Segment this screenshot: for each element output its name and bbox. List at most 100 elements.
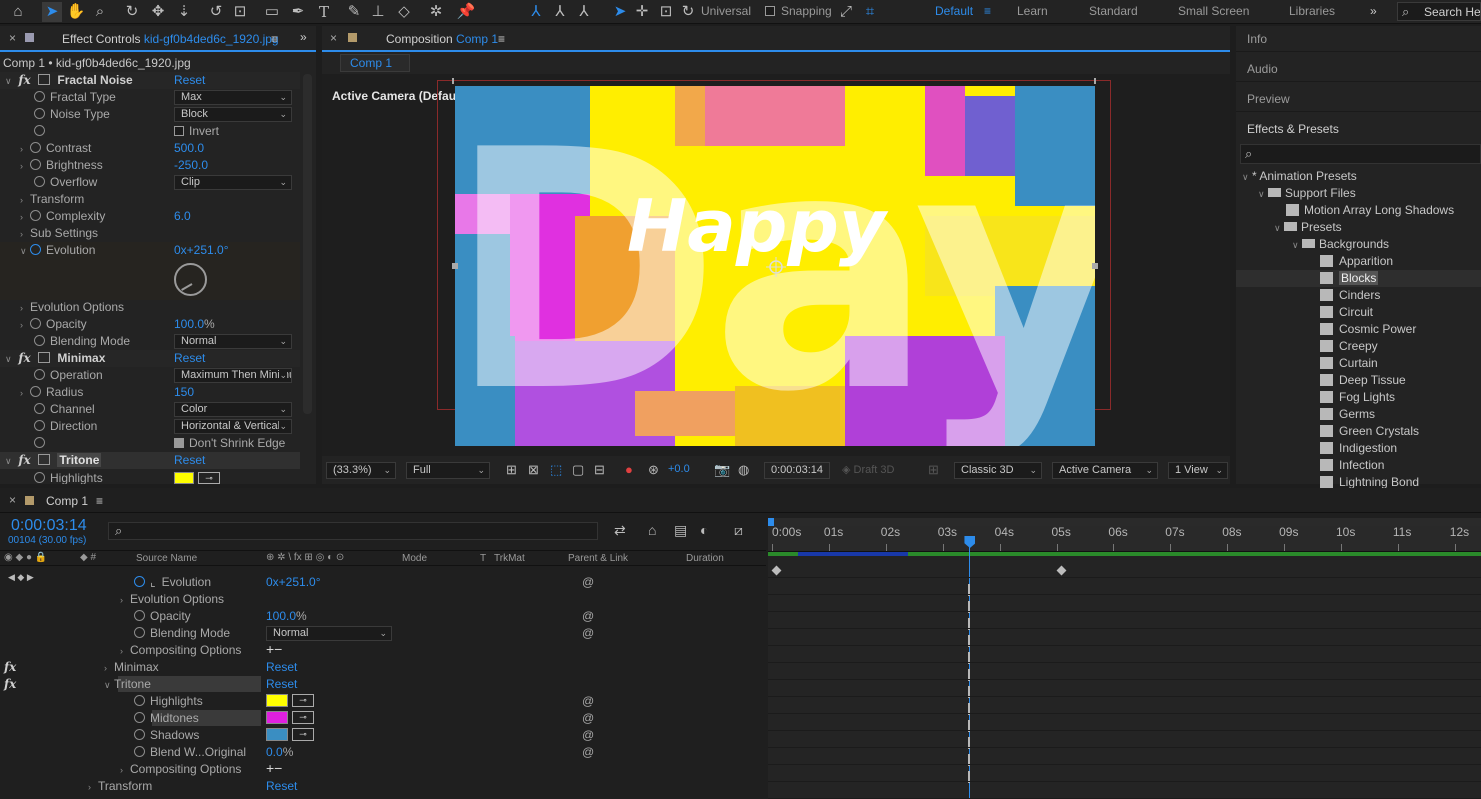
- tl-evolution-value[interactable]: 0x+251.0°: [266, 574, 321, 591]
- workspace-learn[interactable]: Learn: [1017, 4, 1048, 18]
- info-section[interactable]: Info: [1236, 26, 1481, 52]
- pen-tool-icon[interactable]: ✒: [288, 2, 308, 22]
- tl-transform-row[interactable]: › Transform: [88, 778, 152, 795]
- layer-handle[interactable]: [1092, 263, 1098, 269]
- preset-item[interactable]: Circuit: [1320, 304, 1373, 321]
- tl-add-remove-1[interactable]: +−: [266, 641, 282, 658]
- expand-icon[interactable]: ›: [20, 385, 30, 402]
- minimax-reset-link[interactable]: Reset: [174, 350, 205, 367]
- timeline-tab[interactable]: Comp 1: [46, 494, 88, 508]
- view-axis-icon[interactable]: ⅄: [574, 2, 594, 22]
- expand-icon[interactable]: ›: [20, 300, 30, 317]
- collapse-icon[interactable]: ∨: [5, 73, 15, 90]
- fx-icon[interactable]: fx: [18, 73, 30, 87]
- source-name-header[interactable]: Source Name: [136, 553, 197, 564]
- color-management-icon[interactable]: ⊛: [648, 462, 659, 478]
- tritone-header[interactable]: ∨ fx Tritone: [0, 452, 300, 469]
- preset-item[interactable]: Cosmic Power: [1320, 321, 1416, 338]
- stopwatch-icon[interactable]: [34, 472, 45, 483]
- composition-flowchart-icon[interactable]: ⇄: [614, 522, 626, 539]
- highlights-swatch[interactable]: [174, 472, 194, 484]
- expand-icon[interactable]: ›: [20, 192, 30, 209]
- exposure-value[interactable]: +0.0: [668, 463, 690, 475]
- workspace-standard[interactable]: Standard: [1089, 4, 1138, 18]
- puppet-pin-icon[interactable]: 📌: [456, 2, 476, 22]
- universal-select-icon[interactable]: ➤: [610, 2, 630, 22]
- search-help-box[interactable]: ⌕ Search Help: [1397, 2, 1481, 21]
- show-snapshot-icon[interactable]: ◍: [738, 462, 749, 478]
- preset-item[interactable]: Cinders: [1320, 287, 1380, 304]
- tl-compositing-options-2[interactable]: › Compositing Options: [120, 761, 241, 778]
- universal-scale-icon[interactable]: ⊡: [656, 2, 676, 22]
- stopwatch-icon[interactable]: [134, 746, 145, 757]
- effects-presets-section[interactable]: Effects & Presets: [1236, 116, 1481, 142]
- dolly-camera-icon[interactable]: ⇣: [174, 2, 194, 22]
- close-tab-icon[interactable]: ×: [9, 31, 16, 45]
- complexity-value[interactable]: 6.0: [174, 208, 191, 225]
- tab-menu-icon[interactable]: ≡: [96, 494, 103, 508]
- guides-icon[interactable]: ⊟: [594, 462, 605, 478]
- world-axis-icon[interactable]: ⅄: [550, 2, 570, 22]
- tree-support-files[interactable]: ∨ Support Files: [1258, 185, 1356, 202]
- stopwatch-icon[interactable]: [34, 108, 45, 119]
- invert-checkbox[interactable]: [174, 126, 184, 136]
- evolution-dial[interactable]: [174, 263, 207, 296]
- noise-type-dropdown[interactable]: Block ⌄: [174, 107, 292, 122]
- eyedropper-icon[interactable]: ⊸: [292, 711, 314, 724]
- scrollbar[interactable]: [303, 74, 312, 414]
- tl-tritone-reset[interactable]: Reset: [266, 676, 297, 693]
- av-features-icons[interactable]: ◉ ◆ ● 🔒: [4, 552, 47, 563]
- tl-midtones-swatch[interactable]: [266, 711, 288, 724]
- renderer-dropdown[interactable]: Classic 3D ⌄: [954, 462, 1042, 479]
- workspace-menu-icon[interactable]: ≡: [984, 4, 991, 18]
- preset-item[interactable]: Fog Lights: [1320, 389, 1395, 406]
- close-tab-icon[interactable]: ×: [9, 493, 16, 507]
- expand-icon[interactable]: ›: [20, 209, 30, 226]
- stopwatch-icon[interactable]: [34, 125, 45, 136]
- tl-shadows-swatch[interactable]: [266, 728, 288, 741]
- fx-icon[interactable]: fx: [4, 659, 16, 676]
- stopwatch-icon[interactable]: [30, 159, 41, 170]
- opacity-value-group[interactable]: 100.0%: [174, 316, 215, 333]
- collapse-icon[interactable]: ∨: [104, 677, 114, 694]
- eyedropper-icon[interactable]: ⊸: [292, 694, 314, 707]
- tl-add-remove-2[interactable]: +−: [266, 760, 282, 777]
- expand-icon[interactable]: ›: [120, 592, 130, 609]
- channel-icon[interactable]: ●: [625, 462, 633, 477]
- collapse-icon[interactable]: ∨: [1292, 237, 1302, 254]
- t-header[interactable]: T: [480, 553, 486, 564]
- tab-menu-icon[interactable]: ≡: [498, 32, 505, 46]
- collapse-icon[interactable]: ∨: [1242, 169, 1252, 186]
- universal-move-icon[interactable]: ✛: [632, 2, 652, 22]
- trkmat-header[interactable]: TrkMat: [494, 553, 525, 564]
- close-tab-icon[interactable]: ×: [330, 31, 337, 45]
- operation-dropdown[interactable]: Maximum Then Minimum ⌄: [174, 368, 292, 383]
- workspace-default[interactable]: Default: [935, 4, 973, 18]
- transform-row[interactable]: › Transform: [20, 191, 84, 208]
- zoom-tool-icon[interactable]: ⌕: [90, 2, 110, 22]
- fractal-reset-link[interactable]: Reset: [174, 72, 205, 89]
- draft3d-toggle[interactable]: ◈ Draft 3D: [842, 463, 894, 476]
- clone-stamp-icon[interactable]: ⊥: [368, 2, 388, 22]
- orbit-camera-icon[interactable]: ↻: [122, 2, 142, 22]
- stopwatch-active-icon[interactable]: [134, 576, 145, 587]
- direction-dropdown[interactable]: Horizontal & Vertical ⌄: [174, 419, 292, 434]
- timeline-timecode[interactable]: 0:00:03:14: [11, 517, 87, 535]
- tl-transform-reset[interactable]: Reset: [266, 778, 297, 795]
- brightness-value[interactable]: -250.0: [174, 157, 208, 174]
- fast-previews-icon[interactable]: ⊞: [506, 462, 517, 478]
- preset-item[interactable]: Indigestion: [1320, 440, 1397, 457]
- brush-tool-icon[interactable]: ✎: [344, 2, 364, 22]
- tab-menu-icon[interactable]: ≡: [271, 32, 278, 46]
- tl-blend-value-group[interactable]: 0.0%: [266, 744, 293, 761]
- stopwatch-icon[interactable]: [134, 610, 145, 621]
- transparency-grid-icon[interactable]: ⊠: [528, 462, 539, 478]
- tl-blending-dropdown[interactable]: Normal ⌄: [266, 626, 392, 641]
- stopwatch-icon[interactable]: [34, 420, 45, 431]
- rectangle-tool-icon[interactable]: ▭: [262, 2, 282, 22]
- workspace-libraries[interactable]: Libraries: [1289, 4, 1335, 18]
- pickwhip-icon[interactable]: @: [582, 625, 594, 642]
- stopwatch-icon[interactable]: [34, 335, 45, 346]
- tl-opacity-value-group[interactable]: 100.0%: [266, 608, 307, 625]
- tl-highlights-swatch[interactable]: [266, 694, 288, 707]
